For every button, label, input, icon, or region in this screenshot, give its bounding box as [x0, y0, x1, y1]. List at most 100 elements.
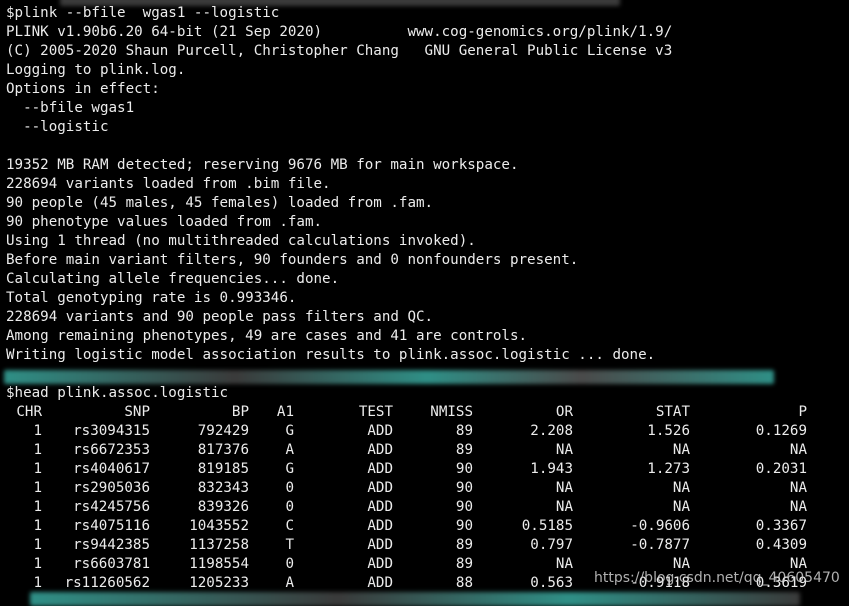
cell-test: ADD [367, 518, 393, 534]
cell-snp: rs4040617 [73, 461, 150, 477]
command-line: $plink --bfile wgas1 --logistic [6, 5, 280, 21]
cell-stat: -0.9606 [630, 518, 690, 534]
output-line: (C) 2005-2020 Shaun Purcell, Christopher… [6, 43, 673, 59]
cell-bp: 817376 [197, 442, 249, 458]
cell-chr: 1 [33, 575, 42, 591]
cell-p: NA [789, 499, 807, 515]
cell-test: ADD [367, 499, 393, 515]
cell-nmiss: 88 [455, 575, 473, 591]
output-line: 19352 MB RAM detected; reserving 9676 MB… [6, 157, 519, 173]
output-line: Among remaining phenotypes, 49 are cases… [6, 328, 528, 344]
cell-a1: A [285, 442, 294, 458]
header-stat: STAT [655, 404, 690, 420]
header-p: P [798, 404, 807, 420]
cell-test: ADD [367, 537, 393, 553]
header-test: TEST [358, 404, 393, 420]
cell-snp: rs4245756 [73, 499, 150, 515]
cell-stat: 1.526 [647, 423, 690, 439]
cell-bp: 832343 [197, 480, 249, 496]
cell-a1: A [285, 575, 294, 591]
header-chr: CHR [16, 404, 42, 420]
output-line: Using 1 thread (no multithreaded calcula… [6, 233, 476, 249]
cell-chr: 1 [33, 537, 42, 553]
cell-a1: 0 [285, 556, 294, 572]
header-a1: A1 [276, 404, 294, 420]
output-line: Calculating allele frequencies... done. [6, 271, 340, 287]
output-line: Total genotyping rate is 0.993346. [6, 290, 297, 306]
output-line: Before main variant filters, 90 founders… [6, 252, 579, 268]
cell-bp: 839326 [197, 499, 249, 515]
cell-nmiss: 90 [455, 518, 473, 534]
header-or: OR [555, 404, 573, 420]
output-line: 90 people (45 males, 45 females) loaded … [6, 195, 434, 211]
cell-a1: 0 [285, 499, 294, 515]
cell-stat: 1.273 [647, 461, 690, 477]
cell-nmiss: 89 [455, 423, 473, 439]
header-nmiss: NMISS [430, 404, 473, 420]
cell-nmiss: 90 [455, 499, 473, 515]
cell-chr: 1 [33, 442, 42, 458]
cell-bp: 1205233 [189, 575, 249, 591]
cell-bp: 792429 [197, 423, 249, 439]
cell-or: 0.797 [530, 537, 573, 553]
cell-nmiss: 90 [455, 480, 473, 496]
cell-snp: rs2905036 [73, 480, 150, 496]
cell-p: NA [789, 480, 807, 496]
command-line: $head plink.assoc.logistic [6, 385, 229, 401]
cell-p: 0.3367 [755, 518, 807, 534]
cell-or: NA [555, 499, 573, 515]
cell-bp: 1043552 [189, 518, 249, 534]
cell-bp: 1137258 [189, 537, 249, 553]
cell-bp: 819185 [197, 461, 249, 477]
redacted-bottom-line [30, 592, 800, 606]
cell-a1: 0 [285, 480, 294, 496]
cell-stat: -0.7877 [630, 537, 690, 553]
output-line: 228694 variants and 90 people pass filte… [6, 309, 434, 325]
output-line: --logistic [6, 119, 109, 135]
cell-test: ADD [367, 442, 393, 458]
cell-snp: rs4075116 [73, 518, 150, 534]
cell-a1: T [285, 537, 294, 553]
redacted-prompt-line [4, 370, 774, 384]
header-snp: SNP [124, 404, 150, 420]
cell-test: ADD [367, 556, 393, 572]
cell-snp: rs6672353 [73, 442, 150, 458]
cell-chr: 1 [33, 423, 42, 439]
cell-or: 0.563 [530, 575, 573, 591]
cell-nmiss: 90 [455, 461, 473, 477]
cell-or: 1.943 [530, 461, 573, 477]
cell-chr: 1 [33, 556, 42, 572]
output-line: Logging to plink.log. [6, 62, 186, 78]
cell-nmiss: 89 [455, 537, 473, 553]
cell-chr: 1 [33, 461, 42, 477]
cell-chr: 1 [33, 480, 42, 496]
cell-or: NA [555, 556, 573, 572]
cell-chr: 1 [33, 518, 42, 534]
cell-p: 0.1269 [755, 423, 807, 439]
cell-a1: C [285, 518, 294, 534]
cell-stat: NA [672, 499, 690, 515]
header-bp: BP [231, 404, 249, 420]
cell-a1: G [285, 423, 294, 439]
output-line: Options in effect: [6, 81, 160, 97]
cell-snp: rs6603781 [73, 556, 150, 572]
cell-p: 0.4309 [755, 537, 807, 553]
terminal-window[interactable]: $plink --bfile wgas1 --logistic PLINK v1… [0, 0, 849, 606]
cell-a1: G [285, 461, 294, 477]
cell-stat: NA [672, 480, 690, 496]
cell-or: 2.208 [530, 423, 573, 439]
output-line: --bfile wgas1 [6, 100, 135, 116]
cell-test: ADD [367, 461, 393, 477]
cell-p: 0.2031 [755, 461, 807, 477]
output-line: 228694 variants loaded from .bim file. [6, 176, 331, 192]
cell-nmiss: 89 [455, 442, 473, 458]
cell-or: NA [555, 480, 573, 496]
cell-p: NA [789, 442, 807, 458]
cell-snp: rs3094315 [73, 423, 150, 439]
cell-test: ADD [367, 575, 393, 591]
output-line: 90 phenotype values loaded from .fam. [6, 214, 323, 230]
cell-test: ADD [367, 480, 393, 496]
cell-or: 0.5185 [521, 518, 573, 534]
cell-bp: 1198554 [189, 556, 249, 572]
cell-or: NA [555, 442, 573, 458]
